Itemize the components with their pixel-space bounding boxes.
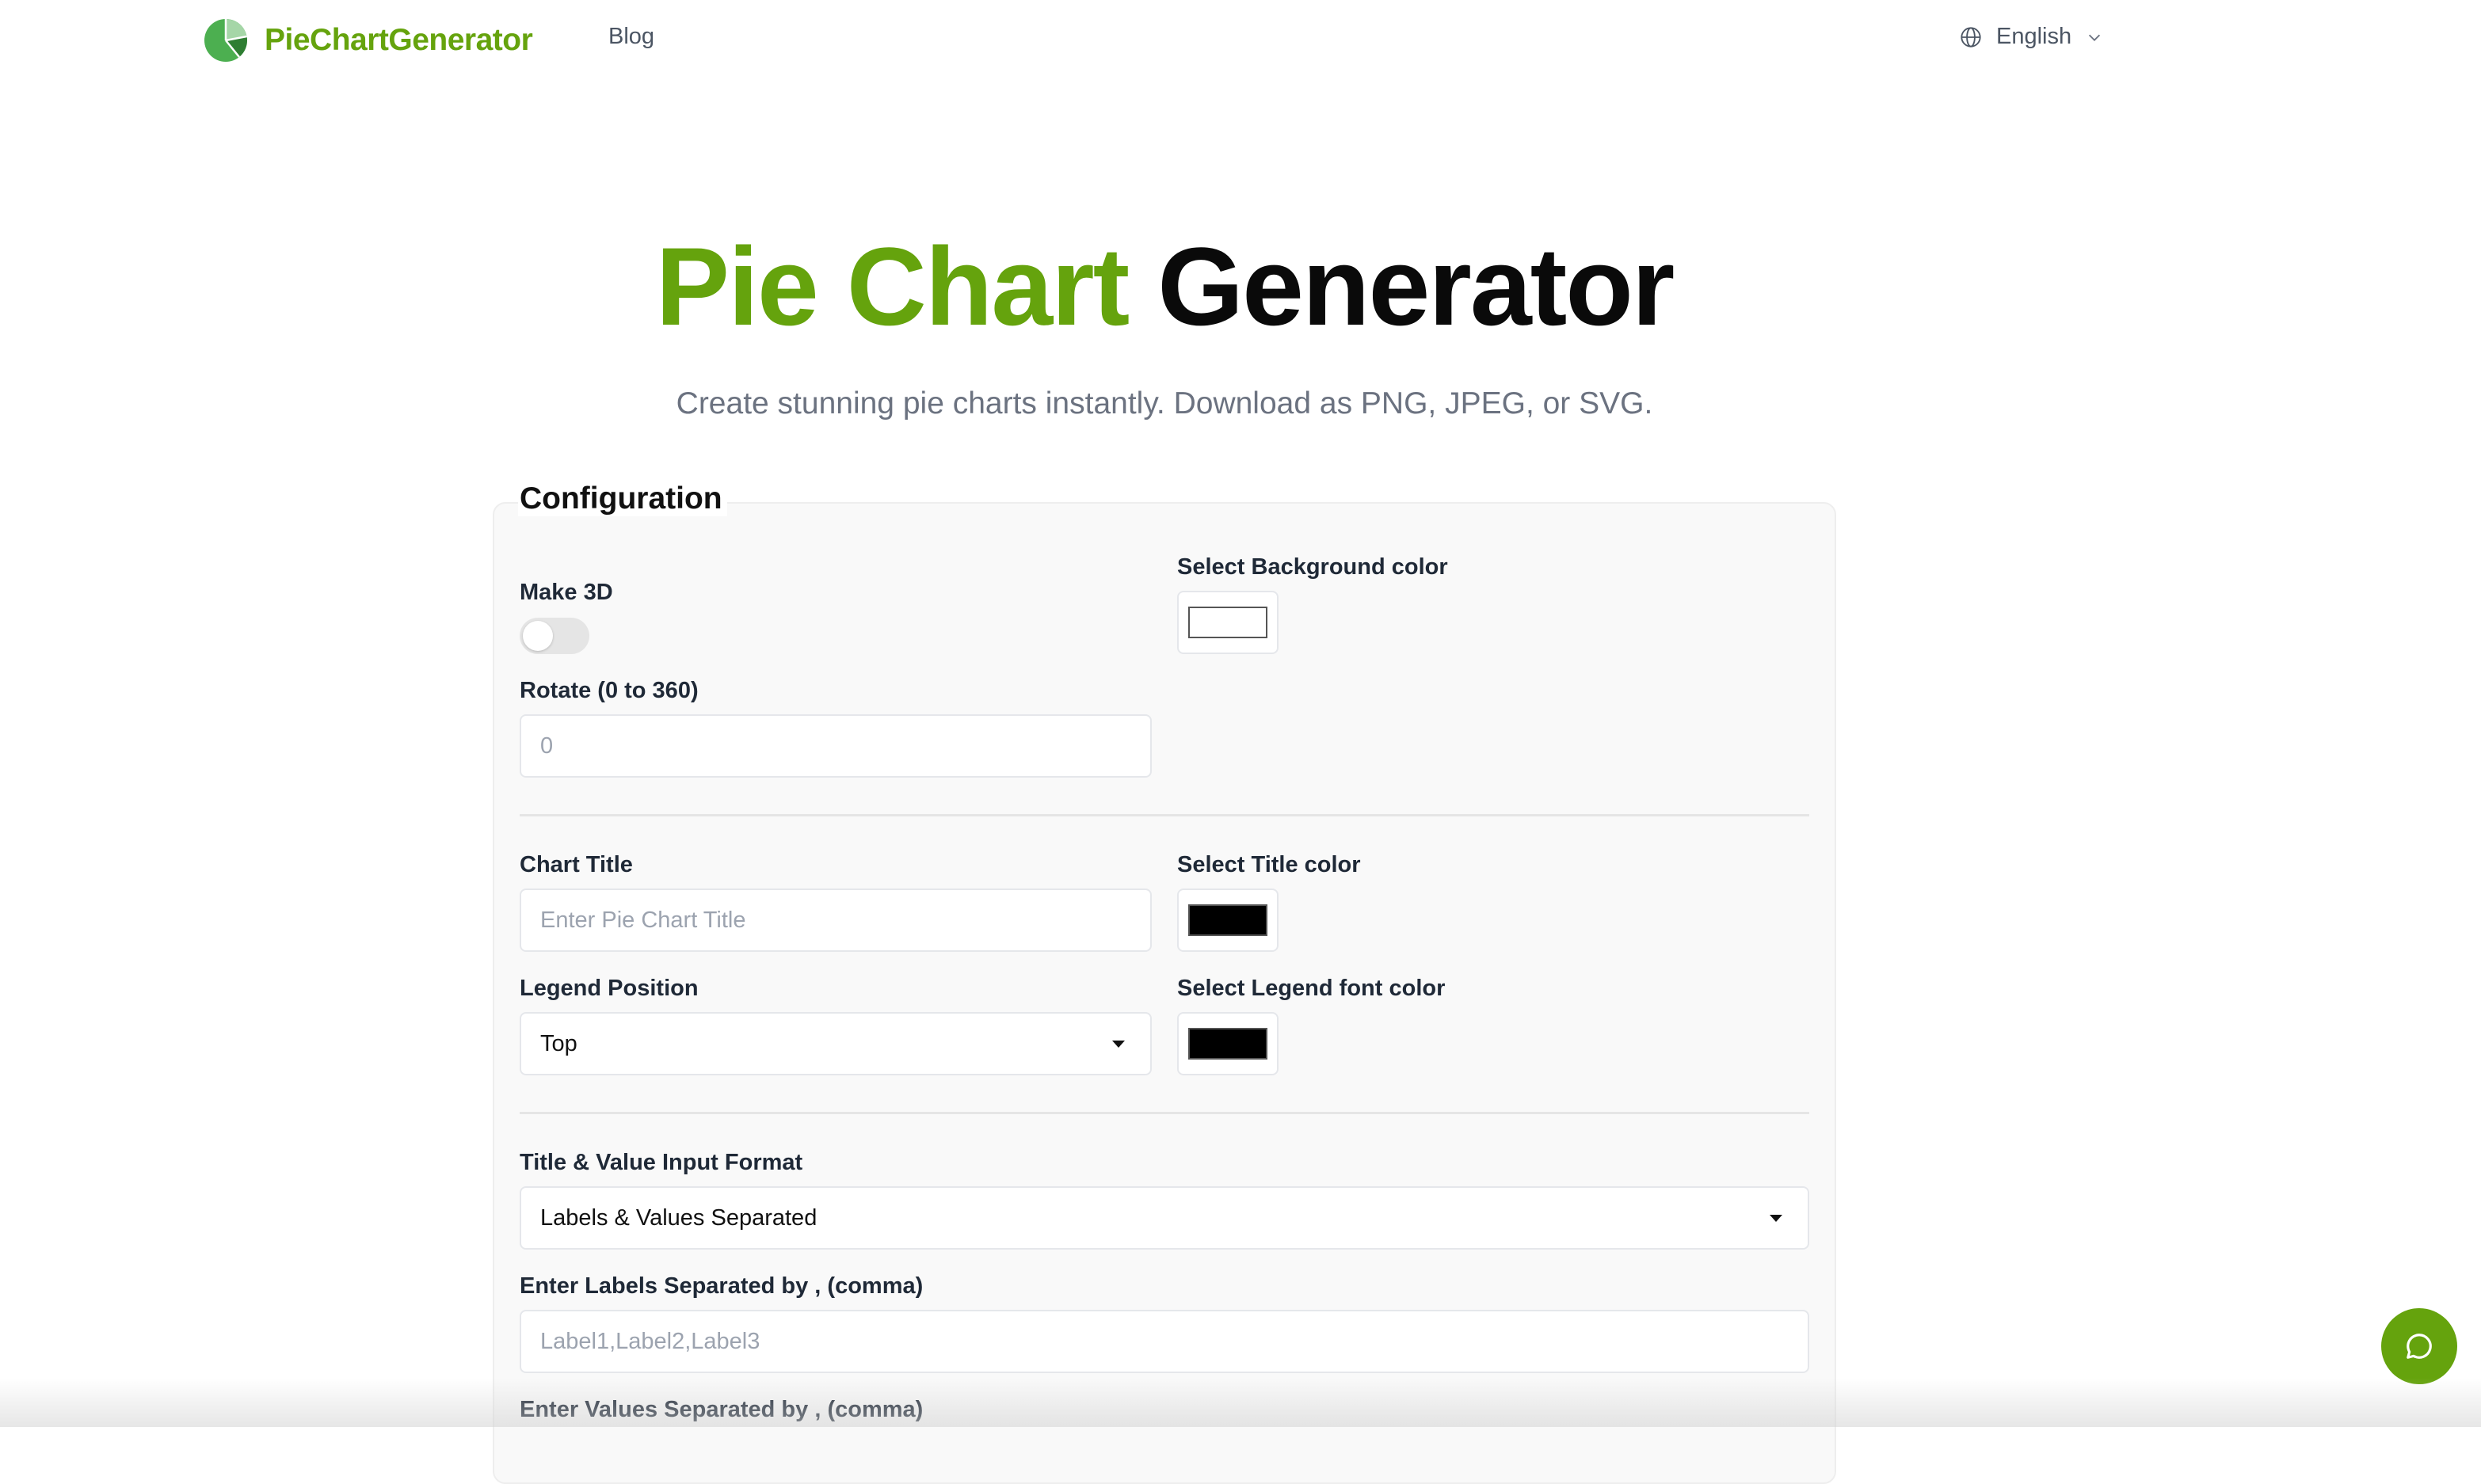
legend-position-select[interactable]: Top [520, 1012, 1152, 1075]
input-format-select[interactable]: Labels & Values Separated [520, 1186, 1809, 1250]
rotate-input[interactable] [520, 714, 1152, 778]
bg-color-fill [1188, 607, 1267, 638]
title-color-picker[interactable] [1177, 888, 1279, 952]
toggle-knob [523, 621, 553, 651]
legend-position-label: Legend Position [520, 976, 699, 1001]
configuration-title: Configuration [518, 481, 727, 516]
section-divider [520, 814, 1809, 816]
make3d-toggle[interactable] [520, 618, 589, 654]
input-format-label: Title & Value Input Format [520, 1150, 803, 1175]
page-title-rest: Generator [1157, 224, 1675, 348]
title-color-fill [1188, 904, 1267, 936]
legend-position-value: Top [540, 1030, 577, 1056]
input-format-value: Labels & Values Separated [540, 1204, 817, 1231]
bg-color-label: Select Background color [1177, 554, 1448, 580]
legend-color-label: Select Legend font color [1177, 976, 1446, 1001]
labels-label: Enter Labels Separated by , (comma) [520, 1273, 924, 1299]
site-header: PieChartGenerator Blog English [0, 0, 2481, 79]
legend-color-picker[interactable] [1177, 1012, 1279, 1075]
labels-input[interactable] [520, 1310, 1809, 1373]
page-subtitle: Create stunning pie charts instantly. Do… [676, 386, 1653, 420]
pie-chart-logo-icon [204, 19, 247, 62]
legend-color-fill [1188, 1028, 1267, 1060]
page-title-highlight: Pie Chart [655, 224, 1130, 348]
chart-title-label: Chart Title [520, 852, 633, 877]
bg-color-picker[interactable] [1177, 591, 1279, 654]
chat-button[interactable] [2381, 1308, 2457, 1384]
chat-bubble-icon [2407, 1334, 2432, 1359]
chevron-down-icon [2089, 34, 2101, 41]
caret-down-icon [1770, 1214, 1782, 1222]
chart-title-input[interactable] [520, 888, 1152, 952]
language-label: English [1996, 24, 2072, 49]
rotate-label: Rotate (0 to 360) [520, 678, 699, 703]
make3d-label: Make 3D [520, 580, 613, 605]
language-selector[interactable]: English [1960, 24, 2103, 50]
caret-down-icon [1112, 1040, 1125, 1048]
title-color-label: Select Title color [1177, 852, 1361, 877]
logo-link[interactable]: PieChartGenerator [203, 17, 533, 63]
section-divider [520, 1112, 1809, 1114]
page-title: Pie Chart Generator [0, 223, 2329, 350]
values-label: Enter Values Separated by , (comma) [520, 1397, 924, 1422]
logo-text: PieChartGenerator [265, 23, 533, 57]
globe-icon [1961, 26, 1981, 48]
nav-blog-link[interactable]: Blog [608, 24, 654, 50]
